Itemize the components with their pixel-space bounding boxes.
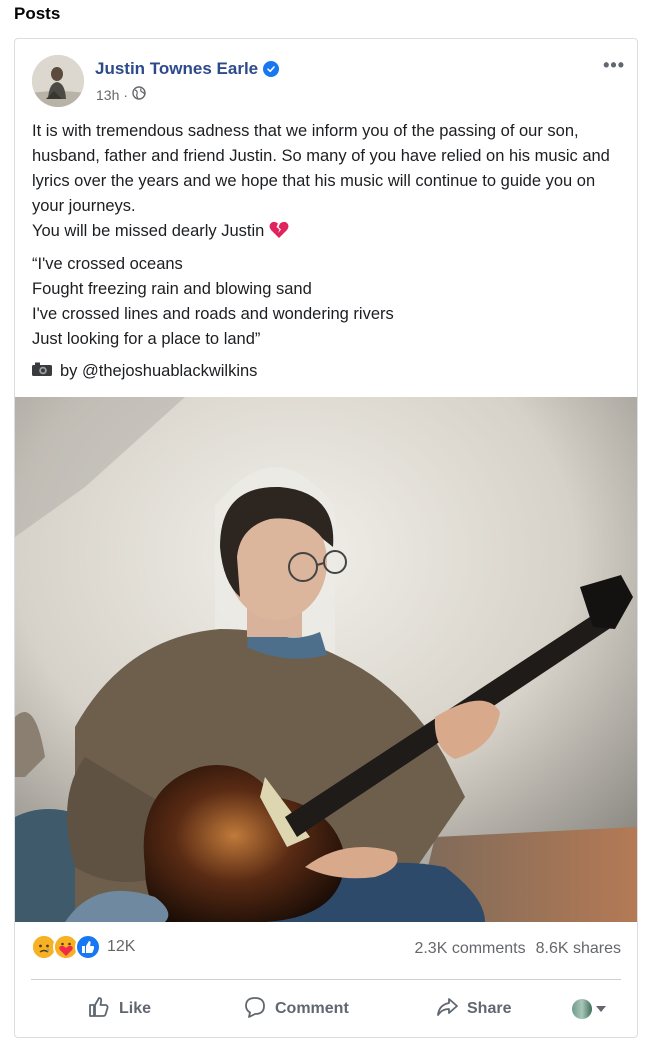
meta-separator: · [123, 86, 129, 103]
author-avatar[interactable] [32, 55, 84, 107]
more-options-button[interactable]: ••• [603, 55, 625, 76]
post-text: It is with tremendous sadness that we in… [32, 119, 622, 384]
post-timestamp[interactable]: 13h [96, 87, 119, 103]
lyric-line: I've crossed lines and roads and wonderi… [32, 305, 394, 323]
photo-image [15, 397, 637, 922]
post-paragraph: You will be missed dearly Justin [32, 219, 622, 244]
comments-count[interactable]: 2.3K comments [414, 940, 525, 958]
like-button[interactable]: Like [87, 995, 151, 1024]
post-actions: Like Comment Share [15, 989, 637, 1029]
author-name[interactable]: Justin Townes Earle [95, 59, 280, 79]
comment-button[interactable]: Comment [243, 995, 349, 1024]
verified-badge-icon [263, 61, 280, 77]
actions-divider [31, 979, 621, 980]
lyric-line: Just looking for a place to land” [32, 330, 261, 348]
comment-label: Comment [275, 1000, 349, 1017]
post-photo[interactable] [15, 397, 637, 922]
credit-text: by @thejoshuablackwilkins [60, 362, 258, 380]
lyric-line: Fought freezing rain and blowing sand [32, 280, 312, 298]
comment-icon [243, 995, 267, 1024]
reaction-count[interactable]: 12K [107, 938, 135, 956]
like-reaction-icon [75, 934, 101, 960]
share-button[interactable]: Share [435, 995, 511, 1024]
share-arrow-icon [435, 995, 459, 1024]
globe-icon[interactable] [132, 86, 146, 103]
like-label: Like [119, 1000, 152, 1017]
engagement-counts: 2.3K comments 8.6K shares [414, 940, 621, 958]
share-label: Share [467, 1000, 512, 1017]
reactions-summary[interactable]: 12K [31, 934, 135, 960]
caret-down-icon [596, 1000, 606, 1018]
post-paragraph: It is with tremendous sadness that we in… [32, 122, 610, 215]
shares-count[interactable]: 8.6K shares [536, 940, 621, 958]
thumbs-up-icon [87, 995, 111, 1024]
lyric-line: “I've crossed oceans [32, 255, 183, 273]
photo-credit: by @thejoshuablackwilkins [32, 359, 622, 384]
camera-icon [32, 359, 52, 384]
avatar-image [32, 55, 84, 107]
author-name-label[interactable]: Justin Townes Earle [95, 59, 258, 79]
audience-selector[interactable] [572, 999, 606, 1019]
post-card: Justin Townes Earle 13h · ••• It is with… [14, 38, 638, 1038]
profile-thumbnail-icon [572, 999, 592, 1019]
section-title: Posts [14, 4, 61, 23]
broken-heart-icon [269, 221, 289, 240]
post-meta: 13h · [96, 86, 146, 103]
